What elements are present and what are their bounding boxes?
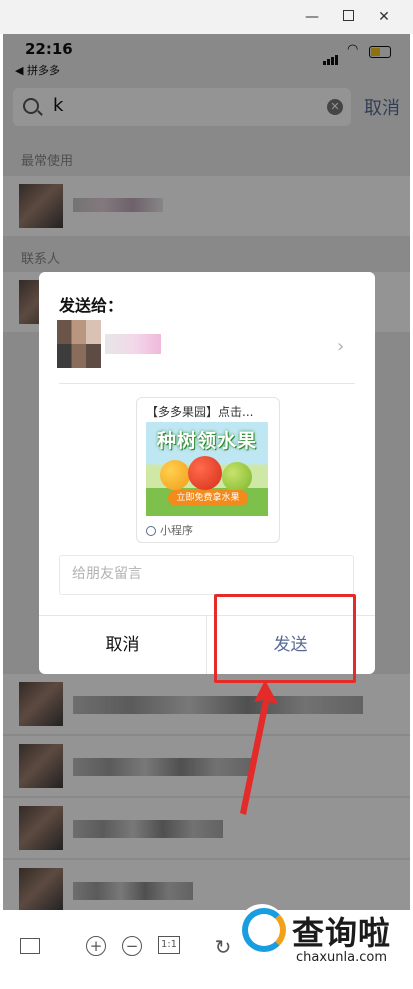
window-titlebar: — ✕ (0, 0, 413, 34)
zoom-out-icon[interactable]: − (122, 936, 142, 956)
actual-size-icon[interactable]: 1:1 (158, 936, 180, 954)
chevron-right-icon[interactable]: › (337, 336, 344, 357)
minimize-button[interactable]: — (300, 6, 324, 28)
recipient-name-blurred (105, 334, 161, 354)
highlight-box (214, 594, 356, 683)
watermark-logo-icon (238, 904, 286, 952)
mini-program-cta: 立即免费拿水果 (168, 490, 248, 506)
message-field[interactable] (59, 555, 354, 595)
layout-icon[interactable] (20, 938, 40, 954)
arrow-icon (240, 680, 278, 815)
maximize-button[interactable] (336, 6, 360, 28)
mini-program-cover-image: 种树领水果 立即免费拿水果 (146, 422, 268, 516)
mini-program-icon (146, 526, 156, 536)
message-input[interactable] (70, 565, 344, 583)
close-button[interactable]: ✕ (372, 6, 396, 28)
watermark-url: chaxunla.com (296, 950, 387, 965)
mini-program-headline: 种树领水果 (156, 430, 257, 452)
mini-program-card: 【多多果园】点击... 种树领水果 立即免费拿水果 小程序 (136, 397, 280, 543)
rotate-icon[interactable]: ↻ (212, 936, 234, 958)
mini-program-title: 【多多果园】点击... (146, 405, 254, 419)
orange-icon (160, 460, 190, 490)
divider (59, 383, 355, 384)
dialog-title: 发送给： (59, 296, 124, 315)
cancel-button[interactable]: 取消 (39, 616, 206, 674)
pear-icon (222, 462, 252, 492)
mini-program-label: 小程序 (160, 524, 193, 537)
watermark-text: 查询啦 (292, 914, 392, 952)
zoom-in-icon[interactable]: + (86, 936, 106, 956)
maximize-icon (342, 10, 354, 21)
recipient-avatar (57, 320, 101, 368)
apple-icon (188, 456, 222, 490)
mini-program-footer: 小程序 (146, 522, 193, 538)
